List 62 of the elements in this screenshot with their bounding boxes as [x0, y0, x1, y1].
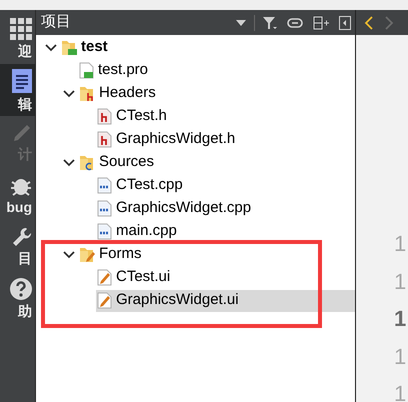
link-icon[interactable]: [287, 18, 303, 28]
project-file-icon: [79, 62, 94, 79]
mode-tab[interactable]: 迎: [0, 12, 35, 64]
tree-item[interactable]: test: [60, 38, 355, 56]
tree-item-label: test: [81, 37, 108, 58]
form-file-icon: [97, 292, 112, 309]
chevron-down-icon[interactable]: [45, 44, 57, 52]
panel-title: 项目: [41, 12, 72, 32]
tree-item[interactable]: Sources: [78, 154, 355, 172]
tree-item-label: GraphicsWidget.ui: [116, 290, 239, 310]
tree-item-label: GraphicsWidget.cpp: [116, 198, 252, 218]
mode-tab[interactable]: 目: [0, 220, 35, 272]
tree-item-label: CTest.cpp: [116, 175, 183, 196]
split-add-icon[interactable]: [313, 16, 329, 30]
tree-item[interactable]: CTest.h: [96, 108, 355, 126]
filter-icon[interactable]: [263, 16, 277, 28]
mode-tab[interactable]: bug: [0, 168, 35, 220]
chevron-down-icon[interactable]: [63, 158, 75, 166]
source-file-icon: [97, 223, 112, 240]
line-number: 1: [394, 380, 408, 402]
tree-item[interactable]: Forms: [78, 246, 355, 264]
tree-item[interactable]: CTest.cpp: [96, 176, 355, 194]
mode-tab[interactable]: 辑: [0, 64, 35, 116]
header-file-icon: [97, 108, 112, 125]
source-file-icon: [97, 177, 112, 194]
tree-item[interactable]: GraphicsWidget.h: [96, 130, 355, 148]
form-folder-icon: [79, 246, 95, 263]
project-folder-icon: [61, 39, 77, 56]
header-file-icon: [97, 131, 112, 148]
tree-item-label: main.cpp: [116, 221, 177, 242]
tree-item[interactable]: main.cpp: [96, 222, 355, 240]
form-file-icon: [97, 269, 112, 286]
tree-item[interactable]: Headers: [78, 84, 355, 102]
tree-item[interactable]: GraphicsWidget.cpp: [96, 200, 355, 218]
tree-item-label: CTest.ui: [116, 267, 170, 288]
document-icon: [12, 69, 32, 93]
line-number: 1: [394, 305, 408, 333]
line-number: 1: [394, 268, 408, 296]
tree-item-label: Sources: [99, 152, 154, 172]
source-file-icon: [97, 200, 112, 217]
tree-item-label: CTest.h: [116, 106, 167, 126]
tree-item[interactable]: CTest.ui: [96, 268, 355, 286]
mode-tab[interactable]: 助: [0, 272, 35, 324]
chevron-down-icon[interactable]: [63, 90, 75, 98]
wrench-icon: [12, 227, 32, 247]
chevron-down-icon[interactable]: [63, 250, 75, 258]
tree-item[interactable]: GraphicsWidget.ui: [96, 290, 355, 312]
line-number: 1: [394, 230, 408, 258]
source-folder-icon: [79, 154, 95, 171]
help-icon: [10, 278, 32, 300]
back-icon[interactable]: [364, 16, 373, 30]
pen-icon: [12, 123, 32, 143]
grid-icon: [10, 18, 32, 40]
tree-item-label: test.pro: [98, 60, 148, 80]
header-folder-icon: [79, 85, 95, 102]
close-panel-icon[interactable]: [339, 16, 351, 30]
tree-item-label: GraphicsWidget.h: [116, 129, 236, 150]
line-number: 1: [394, 342, 408, 370]
dropdown-icon[interactable]: [236, 20, 246, 26]
tree-item[interactable]: test.pro: [78, 62, 355, 80]
tree-item-label: Headers: [99, 83, 156, 104]
tree-item-label: Forms: [99, 244, 142, 264]
